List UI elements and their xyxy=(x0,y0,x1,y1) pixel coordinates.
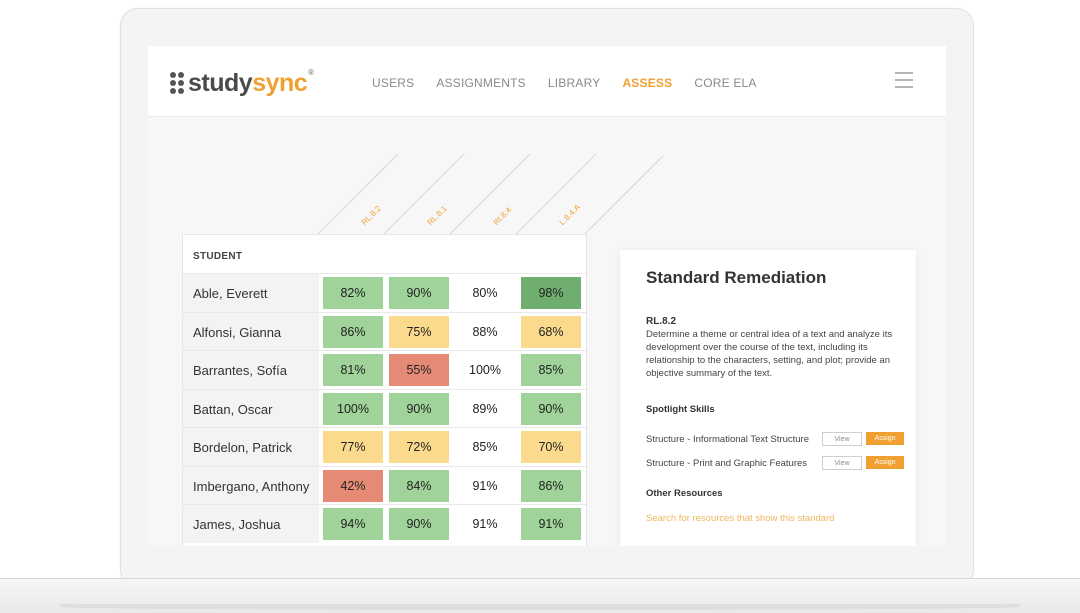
score-cell[interactable]: 82% xyxy=(323,277,383,309)
score-cell[interactable]: 81% xyxy=(323,354,383,386)
main-nav: USERS ASSIGNMENTS LIBRARY ASSESS CORE EL… xyxy=(372,76,779,90)
score-cell[interactable]: 98% xyxy=(521,277,581,309)
score-cell[interactable]: 80% xyxy=(455,277,515,309)
spotlight-skills-title: Spotlight Skills xyxy=(646,404,715,415)
score-cell[interactable]: 100% xyxy=(455,354,515,386)
student-column-header: STUDENT xyxy=(193,251,243,262)
score-cell[interactable]: 90% xyxy=(521,392,581,425)
table-row[interactable]: Bordelon, Patrick 77% 72% 85% 70% xyxy=(183,427,586,466)
other-resources-title: Other Resources xyxy=(646,488,723,499)
student-name[interactable]: Alfonsi, Gianna xyxy=(193,325,318,340)
table-row[interactable]: Alfonsi, Gianna 86% 75% 88% 68% xyxy=(183,311,586,351)
table-row[interactable]: Barrantes, Sofía 81% 55% 100% 85% xyxy=(183,350,586,389)
nav-assess[interactable]: ASSESS xyxy=(622,76,672,90)
score-cell[interactable]: 90% xyxy=(389,392,449,425)
score-cell[interactable]: 85% xyxy=(521,354,581,386)
view-button[interactable]: View xyxy=(822,432,862,446)
score-cell[interactable]: 84% xyxy=(389,469,449,502)
score-cell[interactable]: 100% xyxy=(323,392,383,425)
skill-row: Structure - Informational Text Structure… xyxy=(646,432,916,446)
score-cell[interactable]: 91% xyxy=(455,508,515,540)
assign-button[interactable]: Assign xyxy=(866,432,904,445)
nav-assignments[interactable]: ASSIGNMENTS xyxy=(436,76,526,90)
score-cell[interactable]: 89% xyxy=(455,393,515,425)
standard-remediation-panel: Standard Remediation RL.8.2 Determine a … xyxy=(620,250,916,546)
search-resources-link[interactable]: Search for resources that show this stan… xyxy=(646,513,835,524)
nav-library[interactable]: LIBRARY xyxy=(548,76,601,90)
hamburger-menu-icon[interactable] xyxy=(895,72,913,88)
skill-name: Structure - Informational Text Structure xyxy=(646,434,809,445)
brand-logo[interactable]: study sync ® xyxy=(170,68,314,98)
score-cell[interactable]: 55% xyxy=(389,354,449,386)
score-cell[interactable]: 88% xyxy=(455,316,515,348)
table-row[interactable]: Imbergano, Anthony 42% 84% 91% 86% xyxy=(183,465,586,505)
assign-button[interactable]: Assign xyxy=(866,456,904,469)
logo-trademark: ® xyxy=(308,68,314,77)
score-cell[interactable]: 75% xyxy=(389,315,449,348)
score-cell[interactable]: 42% xyxy=(323,469,383,502)
student-name[interactable]: Imbergano, Anthony xyxy=(193,479,318,494)
score-cell[interactable]: 77% xyxy=(323,431,383,463)
student-name[interactable]: Bordelon, Patrick xyxy=(193,440,318,455)
standards-header-lines xyxy=(317,153,664,246)
logo-sync: sync xyxy=(252,68,308,97)
logo-study: study xyxy=(188,68,253,97)
table-row[interactable]: Able, Everett 82% 90% 80% 98% xyxy=(183,273,586,312)
score-cell[interactable]: 90% xyxy=(389,508,449,540)
score-cell[interactable]: 90% xyxy=(389,277,449,309)
score-cell[interactable]: 68% xyxy=(521,315,581,348)
skill-name: Structure - Print and Graphic Features xyxy=(646,458,808,469)
score-cell[interactable]: 94% xyxy=(323,508,383,540)
table-row[interactable]: James, Joshua 94% 90% 91% 91% xyxy=(183,504,586,543)
score-cell[interactable]: 91% xyxy=(521,508,581,540)
student-name[interactable]: Barrantes, Sofía xyxy=(193,363,318,378)
scores-table: STUDENT Able, Everett 82% 90% 80% 98% Alfonsi… xyxy=(182,234,587,546)
app-header: study sync ® USERS ASSIGNMENTS LIBRARY ASS… xyxy=(148,46,946,117)
standard-description: Determine a theme or central idea of a t… xyxy=(646,329,893,379)
score-cell[interactable]: 86% xyxy=(323,315,383,348)
score-cell[interactable]: 72% xyxy=(389,431,449,463)
student-name[interactable]: Able, Everett xyxy=(193,286,318,301)
nav-core-ela[interactable]: CORE ELA xyxy=(694,76,756,90)
panel-title: Standard Remediation xyxy=(646,268,827,287)
skill-row: Structure - Print and Graphic Features V… xyxy=(646,456,916,470)
score-cell[interactable]: 91% xyxy=(455,470,515,502)
score-cell[interactable]: 85% xyxy=(455,431,515,463)
nav-users[interactable]: USERS xyxy=(372,76,414,90)
student-name[interactable]: Battan, Oscar xyxy=(193,402,318,417)
app-screen: study sync ® USERS ASSIGNMENTS LIBRARY ASS… xyxy=(148,46,946,546)
studysync-dots-icon xyxy=(170,72,184,94)
score-cell[interactable]: 70% xyxy=(521,431,581,463)
student-name[interactable]: James, Joshua xyxy=(193,517,318,532)
standard-code: RL.8.2 xyxy=(646,316,677,327)
view-button[interactable]: View xyxy=(822,456,862,470)
score-cell[interactable]: 86% xyxy=(521,469,581,502)
table-row[interactable]: Battan, Oscar 100% 90% 89% 90% xyxy=(183,388,586,428)
laptop-base-shadow xyxy=(60,604,1020,610)
